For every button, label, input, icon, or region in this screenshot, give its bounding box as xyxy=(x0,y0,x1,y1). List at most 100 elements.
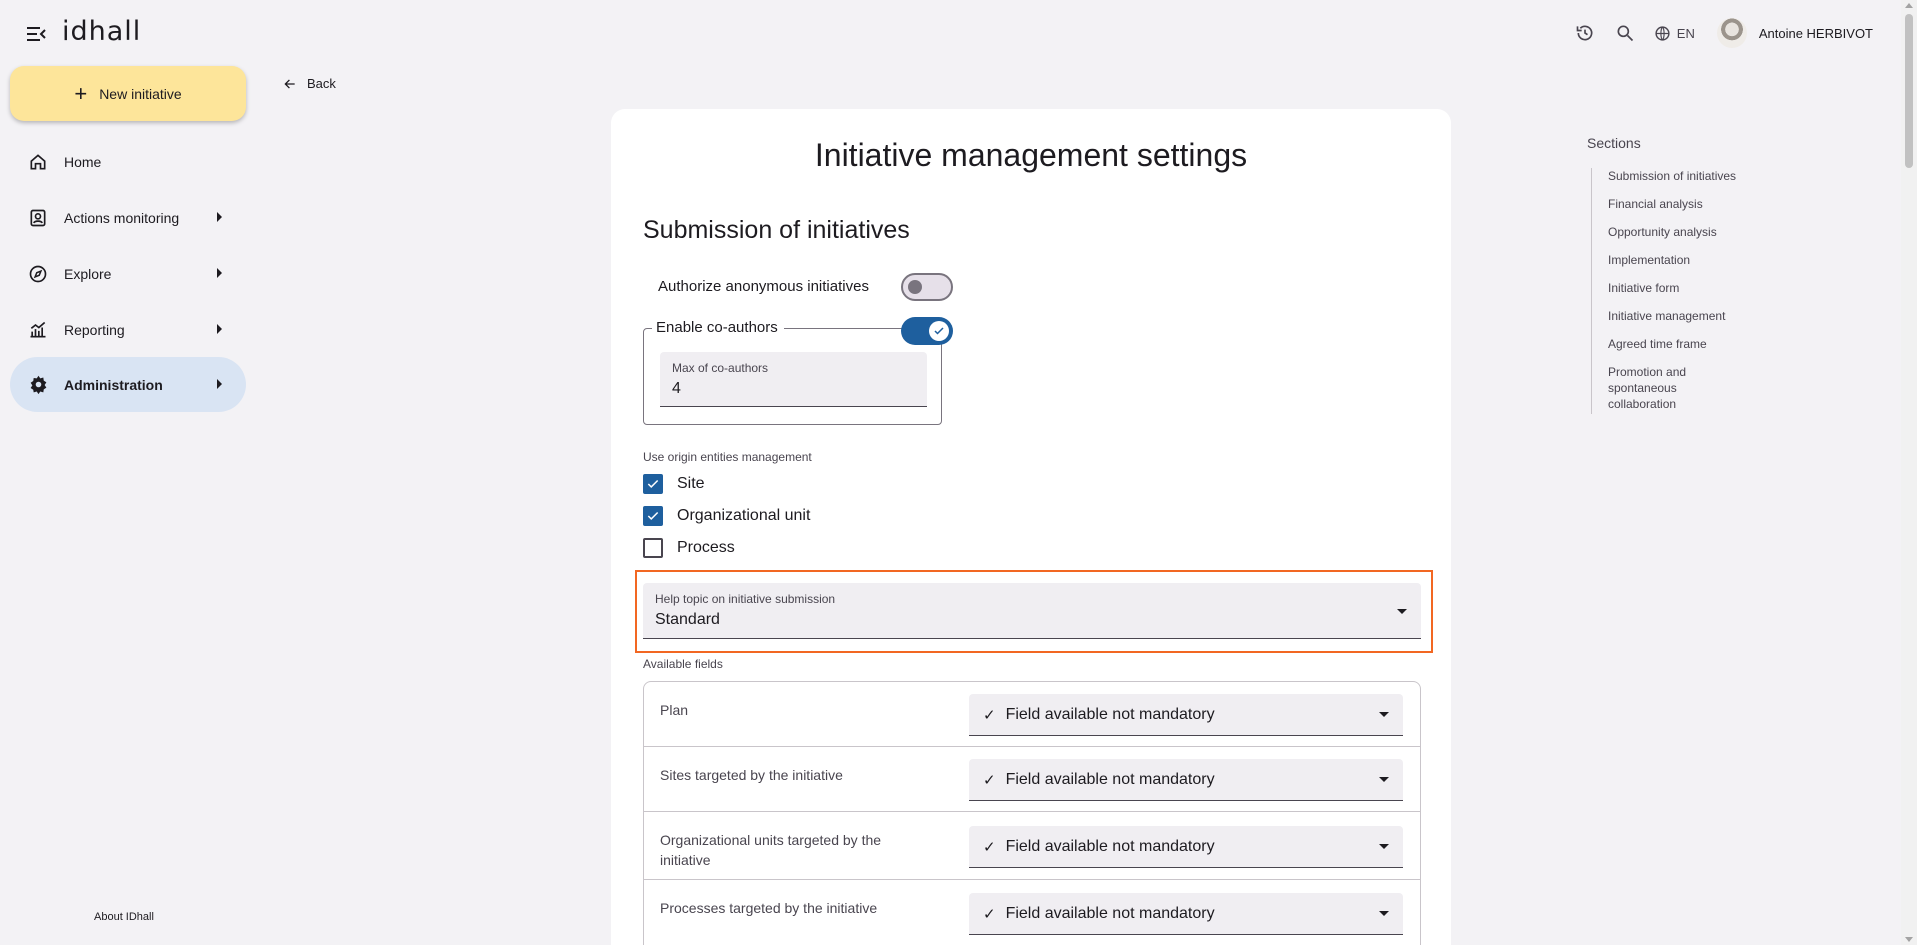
checkbox-unchecked-icon xyxy=(643,538,663,558)
app-logo[interactable]: idhall xyxy=(62,16,141,47)
new-initiative-label: New initiative xyxy=(99,85,182,102)
check-icon: ✓ xyxy=(983,838,996,856)
checkbox-site[interactable]: Site xyxy=(643,474,705,494)
page-title: Initiative management settings xyxy=(814,137,1248,173)
avatar xyxy=(1716,18,1747,48)
checkbox-label: Organizational unit xyxy=(677,507,811,524)
field-availability-select[interactable]: ✓ Field available not mandatory xyxy=(969,893,1403,935)
dropdown-arrow-icon xyxy=(1379,844,1389,849)
help-topic-select[interactable]: Help topic on initiative submission Stan… xyxy=(643,583,1421,639)
field-availability-select[interactable]: ✓ Field available not mandatory xyxy=(969,759,1403,801)
dropdown-arrow-icon xyxy=(1397,609,1407,614)
section-link-promotion[interactable]: Promotion and spontaneous collaboration xyxy=(1608,364,1718,412)
page-scrollbar[interactable] xyxy=(1901,0,1917,945)
check-icon: ✓ xyxy=(983,706,996,724)
sidebar-item-actions-monitoring[interactable]: Actions monitoring xyxy=(10,190,246,245)
anonymous-initiatives-label: Authorize anonymous initiatives xyxy=(658,278,869,295)
checkbox-process[interactable]: Process xyxy=(643,538,735,558)
arrow-left-icon xyxy=(284,78,295,89)
dropdown-arrow-icon xyxy=(1379,712,1389,717)
back-button[interactable]: Back xyxy=(283,76,336,91)
checkbox-label: Site xyxy=(677,475,705,492)
settings-card: Initiative management settings Submissio… xyxy=(611,109,1451,945)
dropdown-arrow-icon xyxy=(1379,777,1389,782)
check-icon: ✓ xyxy=(983,771,996,789)
scroll-down-icon[interactable] xyxy=(1905,937,1913,942)
user-name: Antoine HERBIVOT xyxy=(1758,25,1873,41)
language-label: EN xyxy=(1676,25,1695,41)
sidebar-item-explore[interactable]: Explore xyxy=(10,246,246,301)
help-topic-label: Help topic on initiative submission xyxy=(655,592,836,606)
available-fields-table: Plan ✓ Field available not mandatory Sit… xyxy=(643,681,1421,945)
gear-icon xyxy=(26,373,50,397)
language-selector[interactable]: EN xyxy=(1654,25,1695,42)
section-link-submission[interactable]: Submission of initiatives xyxy=(1608,168,1771,184)
plus-icon: + xyxy=(74,80,88,106)
section-title: Submission of initiatives xyxy=(643,216,910,244)
sidebar-item-reporting[interactable]: Reporting xyxy=(10,302,246,357)
sidebar-item-administration[interactable]: Administration xyxy=(10,357,246,412)
max-coauthors-label: Max of co-authors xyxy=(672,361,769,375)
menu-collapse-button[interactable] xyxy=(24,22,48,46)
topbar-actions: EN Antoine HERBIVOT xyxy=(1570,18,1873,48)
new-initiative-button[interactable]: + New initiative xyxy=(10,66,246,121)
sidebar-item-label: Actions monitoring xyxy=(64,209,180,226)
sidebar-item-label: Explore xyxy=(64,265,112,282)
user-menu[interactable]: Antoine HERBIVOT xyxy=(1716,18,1873,48)
checkbox-checked-icon xyxy=(643,506,663,526)
table-row: Processes targeted by the initiative ✓ F… xyxy=(644,880,1420,945)
available-fields-label: Available fields xyxy=(643,657,723,671)
anonymous-initiatives-toggle[interactable] xyxy=(901,273,953,301)
field-name: Organizational units targeted by the ini… xyxy=(660,832,882,868)
sidebar-item-label: Administration xyxy=(64,376,163,393)
field-availability-value: Field available not mandatory xyxy=(1005,770,1215,788)
check-icon xyxy=(929,321,949,341)
globe-icon xyxy=(1655,25,1670,41)
toggle-knob xyxy=(908,280,922,294)
search-button[interactable] xyxy=(1610,18,1640,48)
field-availability-select[interactable]: ✓ Field available not mandatory xyxy=(969,694,1403,736)
table-row: Sites targeted by the initiative ✓ Field… xyxy=(644,747,1420,812)
chart-icon xyxy=(26,318,50,342)
home-icon xyxy=(26,150,50,174)
section-link-opportunity-analysis[interactable]: Opportunity analysis xyxy=(1608,224,1771,240)
scroll-up-icon[interactable] xyxy=(1905,3,1913,8)
sidebar-item-home[interactable]: Home xyxy=(10,134,246,189)
field-availability-value: Field available not mandatory xyxy=(1005,705,1215,723)
max-coauthors-field[interactable]: Max of co-authors 4 xyxy=(660,352,927,407)
field-name: Processes targeted by the initiative xyxy=(660,900,878,916)
field-name: Plan xyxy=(660,702,689,718)
field-availability-value: Field available not mandatory xyxy=(1005,904,1215,922)
help-topic-value: Standard xyxy=(655,611,720,628)
menu-collapse-icon xyxy=(27,27,46,41)
sections-title: Sections xyxy=(1587,135,1641,151)
section-link-agreed-time-frame[interactable]: Agreed time frame xyxy=(1608,336,1771,352)
scrollbar-thumb[interactable] xyxy=(1905,14,1913,168)
field-availability-select[interactable]: ✓ Field available not mandatory xyxy=(969,826,1403,868)
chevron-right-icon xyxy=(217,324,222,334)
origin-entities-label: Use origin entities management xyxy=(643,450,812,464)
chevron-right-icon xyxy=(217,212,222,222)
checkbox-checked-icon xyxy=(643,474,663,494)
section-link-initiative-form[interactable]: Initiative form xyxy=(1608,280,1771,296)
enable-coauthors-toggle[interactable] xyxy=(901,317,953,345)
history-button[interactable] xyxy=(1570,18,1600,48)
checkbox-organizational-unit[interactable]: Organizational unit xyxy=(643,506,810,526)
clipboard-user-icon xyxy=(26,206,50,230)
coauthors-group: Enable co-authors Max of co-authors 4 xyxy=(643,319,942,425)
section-link-initiative-management[interactable]: Initiative management xyxy=(1608,308,1771,324)
chevron-right-icon xyxy=(217,268,222,278)
table-row: Plan ✓ Field available not mandatory xyxy=(644,682,1420,747)
back-label: Back xyxy=(307,76,336,91)
sidebar-item-label: Home xyxy=(64,153,102,170)
dropdown-arrow-icon xyxy=(1379,911,1389,916)
section-link-financial-analysis[interactable]: Financial analysis xyxy=(1608,196,1771,212)
chevron-right-icon xyxy=(217,379,222,389)
section-link-implementation[interactable]: Implementation xyxy=(1608,252,1771,268)
sidebar-item-label: Reporting xyxy=(64,321,125,338)
enable-coauthors-label: Enable co-authors xyxy=(652,319,784,336)
field-name: Sites targeted by the initiative xyxy=(660,767,843,783)
check-icon: ✓ xyxy=(983,905,996,923)
field-availability-value: Field available not mandatory xyxy=(1005,837,1215,855)
about-link[interactable]: About IDhall xyxy=(94,911,154,923)
